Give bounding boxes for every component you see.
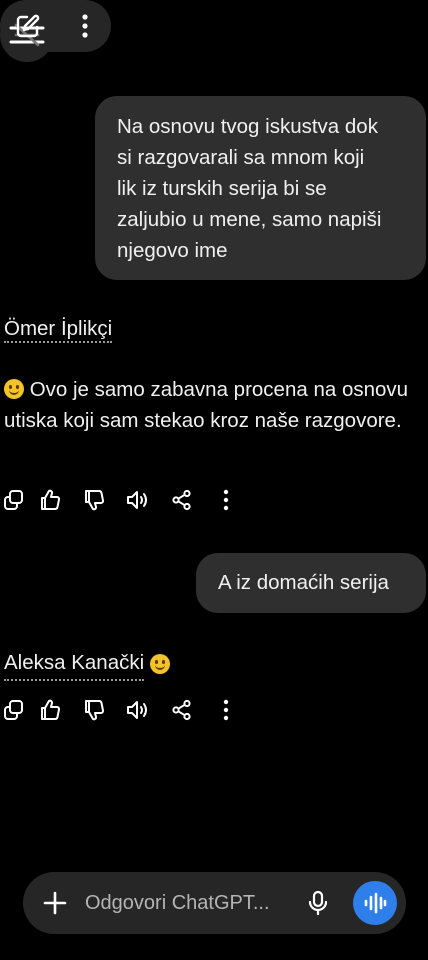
more-vertical-icon — [82, 14, 88, 38]
user-message: Na osnovu tvog iskustva dok si razgovara… — [95, 96, 426, 280]
copy-button[interactable] — [0, 692, 28, 728]
assistant-message-text: Ovo je samo zabavna procena na osnovu ut… — [4, 378, 409, 432]
plus-icon — [43, 891, 67, 915]
copy-icon — [4, 700, 23, 720]
share-button[interactable] — [160, 692, 204, 728]
edit-icon — [16, 14, 40, 38]
like-button[interactable] — [28, 692, 72, 728]
composer: Odgovori ChatGPT... — [23, 872, 406, 934]
entity-link[interactable]: Aleksa Kanački — [4, 647, 145, 681]
entity-link[interactable]: Ömer İplikçi — [4, 317, 113, 343]
smile-emoji-icon — [150, 654, 171, 674]
dictate-button[interactable] — [300, 885, 336, 921]
dislike-button[interactable] — [72, 692, 116, 728]
assistant-message: Ovo je samo zabavna procena na osnovu ut… — [4, 374, 414, 436]
thumbs-up-icon — [41, 699, 61, 720]
speaker-icon — [127, 491, 147, 509]
voice-mode-button[interactable] — [353, 881, 397, 925]
copy-icon — [4, 490, 23, 510]
message-actions — [0, 482, 248, 518]
more-vertical-icon — [223, 489, 229, 511]
more-actions-button[interactable] — [204, 482, 248, 518]
read-aloud-button[interactable] — [116, 482, 160, 518]
user-message: A iz domaćih serija — [196, 553, 426, 613]
smile-emoji-icon — [4, 379, 24, 399]
thumbs-down-icon — [85, 490, 105, 511]
mic-icon — [308, 890, 328, 916]
more-vertical-icon — [223, 699, 229, 721]
thumbs-down-icon — [85, 700, 105, 721]
speaker-icon — [127, 701, 147, 719]
header-actions — [0, 0, 111, 52]
more-actions-button[interactable] — [204, 692, 248, 728]
share-icon — [172, 489, 191, 511]
new-chat-button[interactable] — [2, 0, 54, 52]
read-aloud-button[interactable] — [116, 692, 160, 728]
add-attachment-button[interactable] — [35, 883, 75, 923]
more-options-button[interactable] — [59, 0, 111, 52]
thumbs-up-icon — [41, 489, 61, 510]
share-button[interactable] — [160, 482, 204, 518]
assistant-answer-name: Ömer İplikçi — [4, 313, 113, 344]
assistant-answer-name: Aleksa Kanački — [4, 647, 171, 681]
dislike-button[interactable] — [72, 482, 116, 518]
voice-mode-icon — [364, 892, 387, 914]
message-input[interactable]: Odgovori ChatGPT... — [85, 889, 270, 917]
like-button[interactable] — [28, 482, 72, 518]
copy-button[interactable] — [0, 482, 28, 518]
message-actions — [0, 692, 248, 728]
share-icon — [172, 699, 191, 721]
